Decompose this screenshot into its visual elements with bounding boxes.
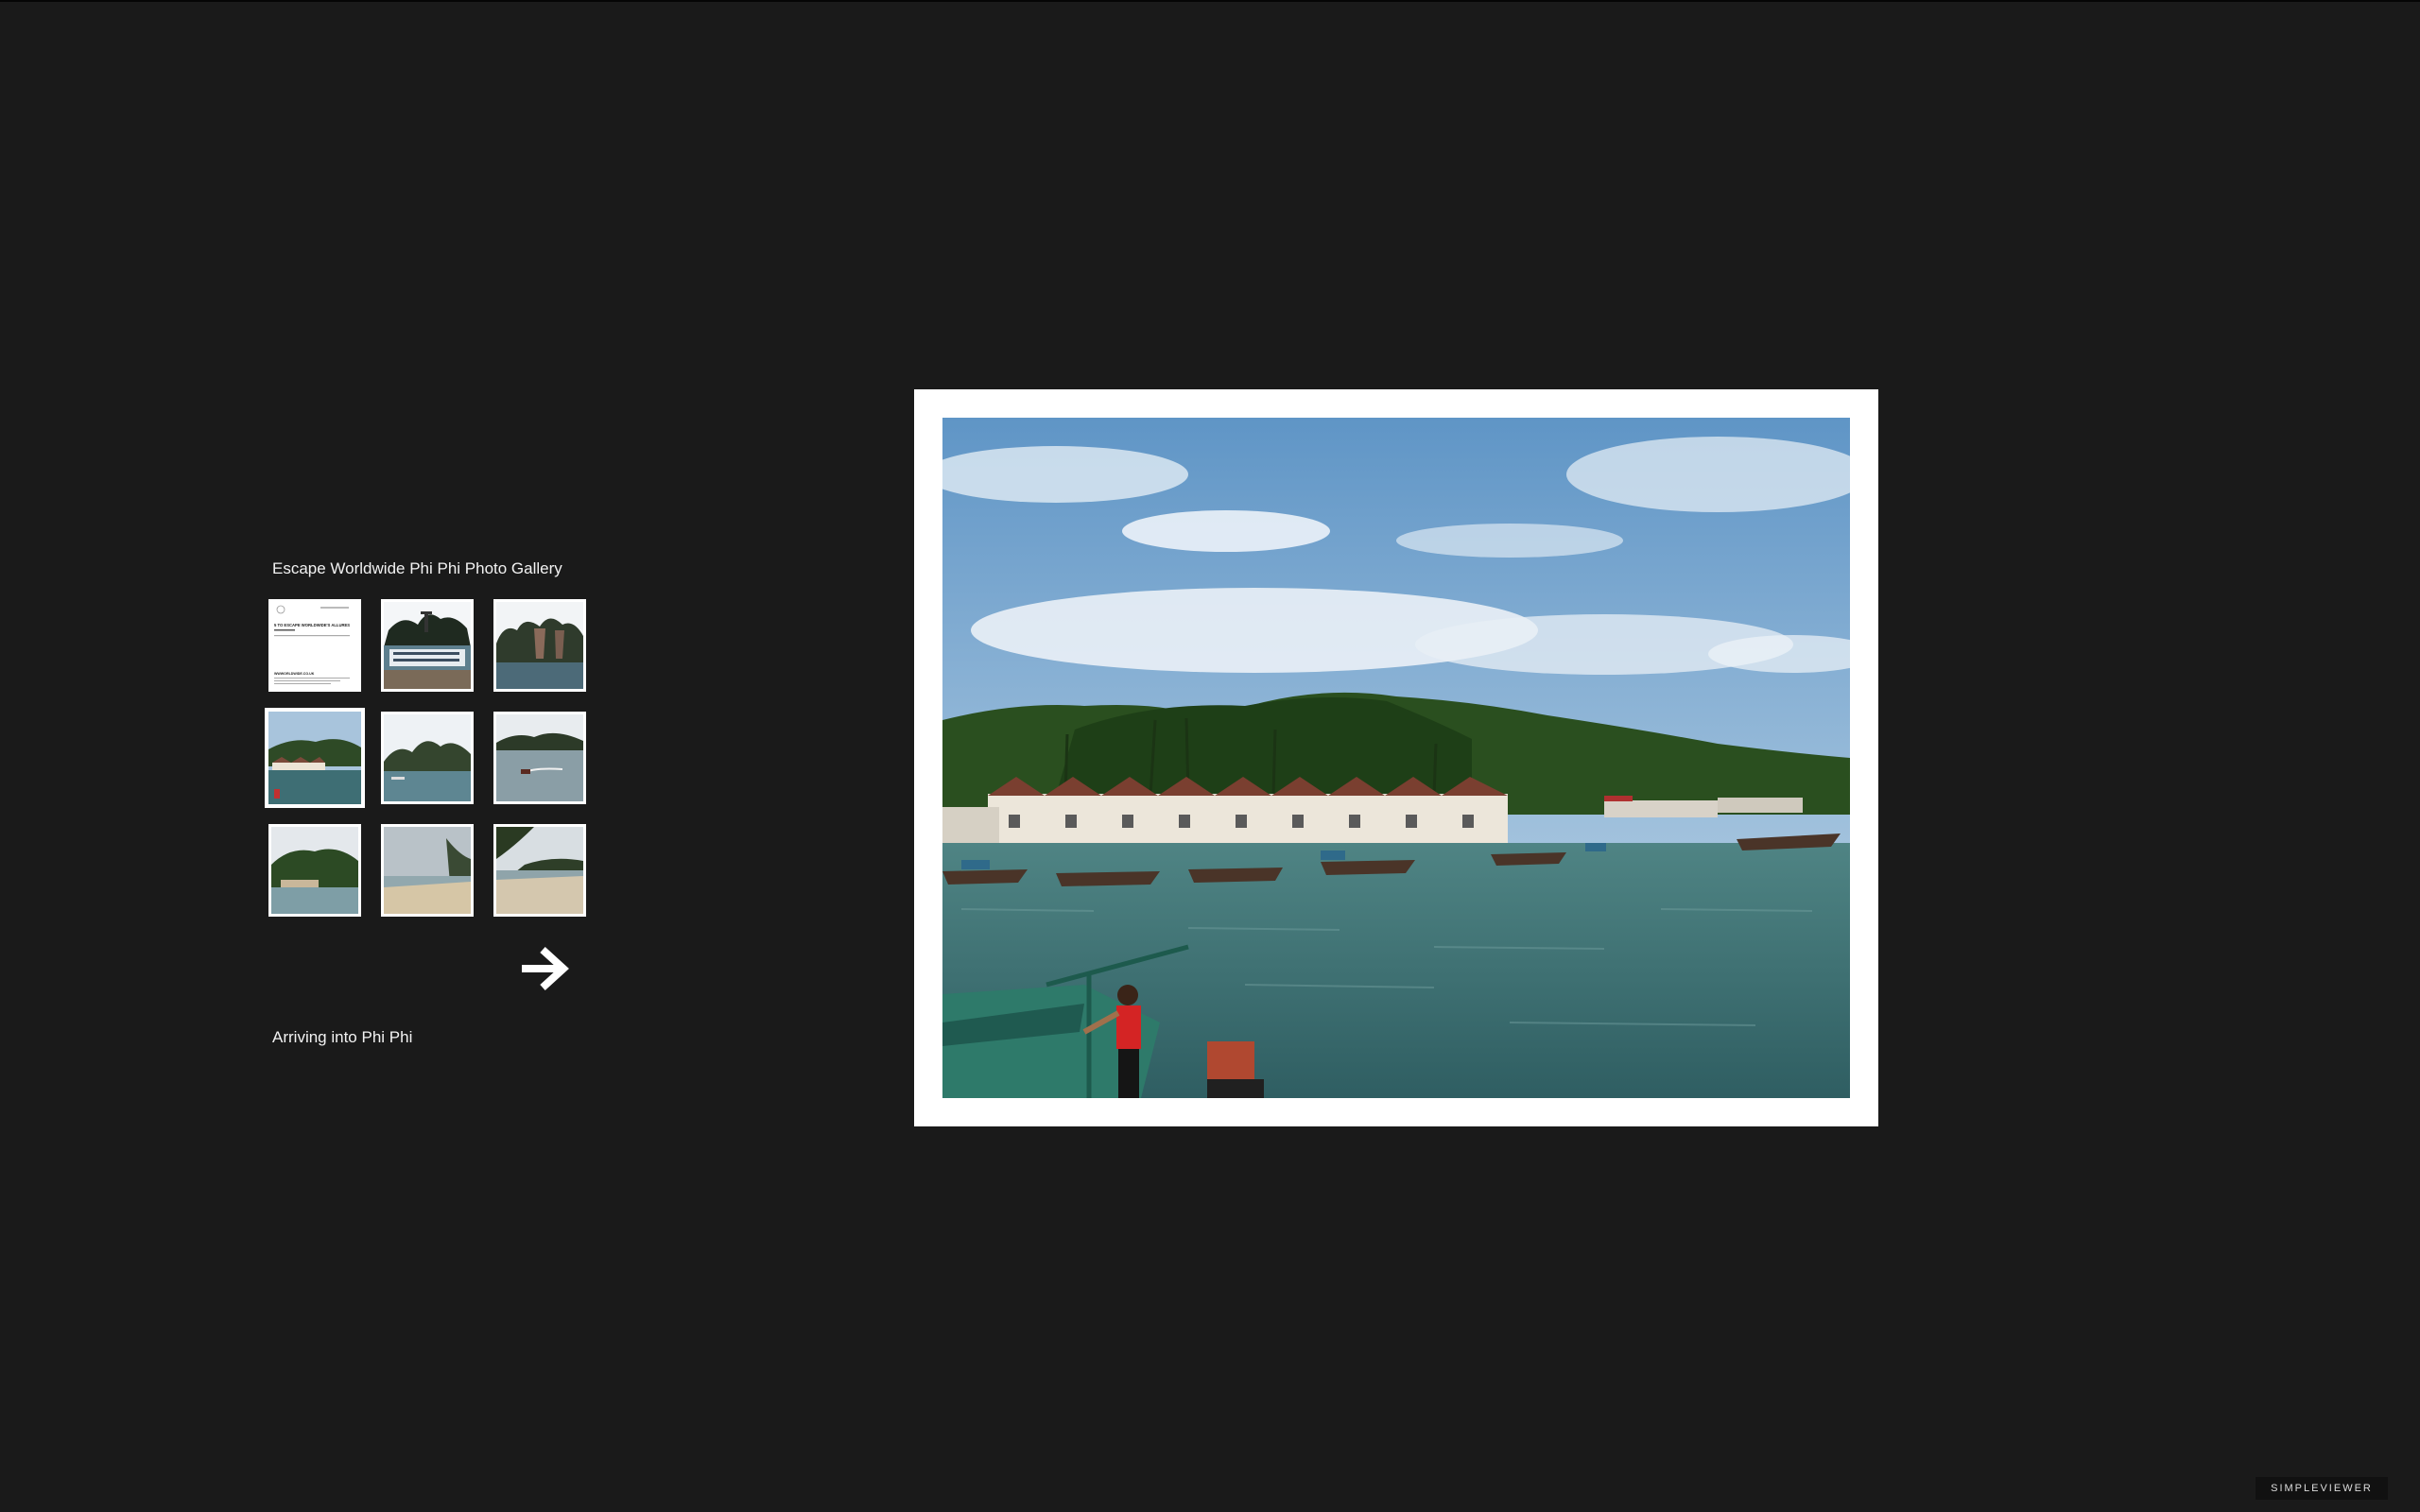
thumbnail-2[interactable] (381, 599, 474, 692)
ferry-harbour-thumbnail-image (384, 602, 471, 689)
window-top-edge (0, 0, 2420, 2)
beach-treeline-thumbnail-image (496, 827, 583, 914)
doc-thumb-title: 5 TO ESCAPE WORLDWIDE'S ALLURES (274, 623, 350, 627)
thumbnail-5[interactable] (381, 712, 474, 804)
doc-thumb-footer: WWWORLDWIDE.CO.UK (274, 672, 315, 676)
thumbnail-6[interactable] (493, 712, 586, 804)
limestone-cliffs-thumbnail-image (496, 602, 583, 689)
simpleviewer-branding-link[interactable]: SIMPLEVIEWER (2256, 1477, 2388, 1500)
gallery-title: Escape Worldwide Phi Phi Photo Gallery (272, 559, 562, 577)
thumbnail-8[interactable] (381, 824, 474, 917)
island-bay-thumbnail-image (384, 714, 471, 801)
bungalows-thumbnail-image (268, 712, 361, 804)
thumbnail-4[interactable] (265, 708, 365, 808)
next-page-button[interactable] (518, 944, 571, 993)
thumbnail-9[interactable] (493, 824, 586, 917)
main-image-frame (914, 389, 1878, 1126)
thumbnail-1[interactable]: 5 TO ESCAPE WORLDWIDE'S ALLURES WWWORLDW… (268, 599, 361, 692)
cloudy-beach-thumbnail-image (384, 827, 471, 914)
arrow-right-icon (522, 947, 569, 990)
thumbnail-7[interactable] (268, 824, 361, 917)
speedboat-thumbnail-image (496, 714, 583, 801)
thumbnail-3[interactable] (493, 599, 586, 692)
thumbnail-grid: 5 TO ESCAPE WORLDWIDE'S ALLURES WWWORLDW… (265, 599, 588, 919)
main-photo-graphic (942, 418, 1850, 1098)
village-shore-thumbnail-image (271, 827, 358, 914)
document-thumbnail-image: 5 TO ESCAPE WORLDWIDE'S ALLURES WWWORLDW… (271, 602, 358, 689)
main-image[interactable] (942, 418, 1850, 1098)
image-caption: Arriving into Phi Phi (272, 1028, 413, 1046)
